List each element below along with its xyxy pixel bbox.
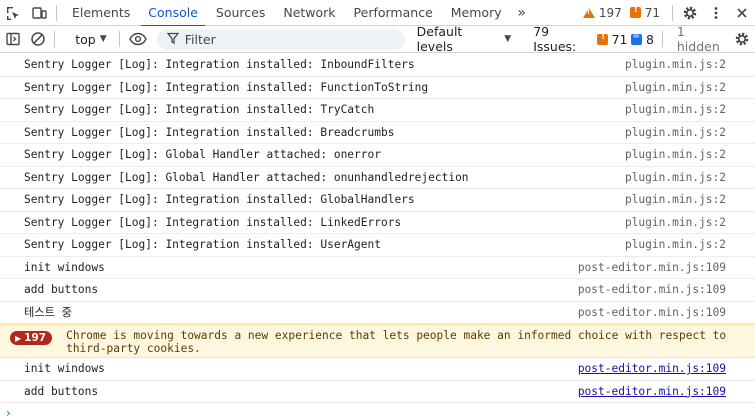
warnings-count: 197 [598, 5, 622, 20]
context-selector[interactable]: top ▼ [61, 32, 114, 47]
message-source-link[interactable]: plugin.min.js:2 [625, 171, 726, 184]
issue-icon [597, 32, 608, 45]
device-toolbar-icon[interactable] [26, 0, 52, 26]
sidebar-toggle-icon[interactable] [0, 26, 25, 52]
hidden-messages-count: 1 hidden [676, 24, 720, 54]
console-message: Sentry Logger [Log]: Global Handler atta… [0, 144, 755, 167]
caret-down-icon: ▼ [99, 34, 107, 44]
filter-box[interactable] [156, 28, 405, 50]
console-message: Sentry Logger [Log]: Integration install… [0, 99, 755, 122]
clear-console-icon[interactable] [25, 26, 50, 52]
console-message: init windows post-editor.min.js:109 [0, 257, 755, 279]
issues-info-count: 8 [645, 31, 654, 47]
console-settings-gear-icon[interactable] [730, 26, 755, 52]
console-message: Sentry Logger [Log]: Integration install… [0, 234, 755, 257]
message-source-link[interactable]: post-editor.min.js:109 [578, 306, 726, 319]
devtools-tabbar: Elements Console Sources Network Perform… [0, 0, 755, 27]
tab-console[interactable]: Console [139, 0, 207, 27]
info-icon [631, 31, 642, 45]
repeat-count: 197 [24, 332, 47, 344]
divider [54, 31, 56, 47]
message-text: Sentry Logger [Log]: Global Handler atta… [24, 148, 381, 162]
console-toolbar: top ▼ Default levels ▼ 79 Issues: 71 8 1… [0, 24, 755, 54]
warning-message[interactable]: ▶ 197 Chrome is moving towards a new expe… [0, 324, 755, 358]
message-text: init windows [24, 362, 105, 376]
message-source-link[interactable]: post-editor.min.js:109 [578, 385, 726, 398]
divider [118, 31, 120, 47]
message-text: add buttons [24, 283, 99, 297]
message-source-link[interactable]: post-editor.min.js:109 [578, 362, 726, 375]
issues-button[interactable]: 79 Issues: 71 8 [533, 24, 654, 54]
kebab-menu-icon[interactable] [703, 0, 729, 26]
issues-label: 79 Issues: [533, 24, 577, 54]
settings-gear-icon[interactable] [677, 0, 703, 26]
issues-count: 71 [644, 5, 660, 20]
warning-icon [582, 7, 595, 18]
console-message: Sentry Logger [Log]: Integration install… [0, 54, 755, 77]
console-message: 테스트 중 post-editor.min.js:109 [0, 302, 755, 324]
message-text: Sentry Logger [Log]: Integration install… [24, 58, 415, 72]
issues-warn-count: 71 [611, 31, 628, 47]
console-message: Sentry Logger [Log]: Global Handler atta… [0, 167, 755, 189]
message-text: add buttons [24, 384, 99, 398]
more-tabs-icon[interactable]: » [511, 0, 533, 26]
message-text: Sentry Logger [Log]: Global Handler atta… [24, 170, 469, 184]
issue-icon [629, 5, 641, 18]
tab-memory[interactable]: Memory [442, 0, 511, 26]
message-source-link[interactable]: plugin.min.js:2 [625, 103, 726, 116]
live-expression-eye-icon[interactable] [126, 26, 151, 52]
message-text: init windows [24, 260, 105, 274]
console-message: Sentry Logger [Log]: Integration install… [0, 189, 755, 212]
message-text: Sentry Logger [Log]: Integration install… [24, 125, 395, 139]
filter-input[interactable] [184, 31, 385, 47]
message-text: Sentry Logger [Log]: Integration install… [24, 80, 429, 94]
message-source-link[interactable]: plugin.min.js:2 [625, 238, 726, 251]
message-source-link[interactable]: plugin.min.js:2 [625, 58, 726, 71]
console-message: add buttons post-editor.min.js:109 [0, 279, 755, 302]
divider [672, 4, 673, 21]
tab-elements[interactable]: Elements [63, 0, 139, 26]
message-text: 테스트 중 [24, 306, 72, 320]
caret-down-icon: ▼ [504, 34, 512, 44]
message-source-link[interactable]: plugin.min.js:2 [625, 126, 726, 139]
console-message: init windows post-editor.min.js:109 [0, 358, 755, 381]
console-message: add buttons post-editor.min.js:109 [0, 381, 755, 403]
message-source-link[interactable]: post-editor.min.js:109 [578, 283, 726, 296]
console-message: Sentry Logger [Log]: Integration install… [0, 122, 755, 144]
message-source-link[interactable]: plugin.min.js:2 [625, 148, 726, 161]
tab-performance[interactable]: Performance [345, 0, 442, 26]
message-text: Sentry Logger [Log]: Integration install… [24, 103, 375, 117]
filter-funnel-icon [166, 32, 180, 47]
expand-triangle-icon: ▶ [15, 333, 22, 343]
message-text: Sentry Logger [Log]: Integration install… [24, 193, 415, 207]
console-prompt-chevron-icon[interactable]: › [6, 406, 11, 419]
inspect-element-icon[interactable] [0, 0, 26, 26]
divider [661, 31, 663, 47]
warnings-counter[interactable]: 197 [582, 5, 622, 20]
console-messages: Sentry Logger [Log]: Integration install… [0, 54, 755, 403]
message-source-link[interactable]: post-editor.min.js:109 [578, 261, 726, 274]
message-source-link[interactable]: plugin.min.js:2 [625, 216, 726, 229]
message-text: Sentry Logger [Log]: Integration install… [24, 215, 402, 229]
close-icon[interactable] [729, 0, 755, 26]
divider [56, 4, 57, 21]
log-levels-dropdown[interactable]: Default levels ▼ [417, 24, 512, 54]
console-message: Sentry Logger [Log]: Integration install… [0, 77, 755, 99]
context-label: top [75, 31, 96, 47]
message-source-link[interactable]: plugin.min.js:2 [625, 193, 726, 206]
message-source-link[interactable]: plugin.min.js:2 [625, 81, 726, 94]
warning-text: Chrome is moving towards a new experienc… [66, 329, 727, 355]
message-text: Sentry Logger [Log]: Integration install… [24, 238, 381, 252]
issues-counter[interactable]: 71 [629, 5, 660, 20]
log-levels-label: Default levels [416, 24, 463, 54]
tab-sources[interactable]: Sources [207, 0, 274, 26]
repeat-count-badge[interactable]: ▶ 197 [10, 331, 53, 345]
console-message: Sentry Logger [Log]: Integration install… [0, 212, 755, 234]
tab-network[interactable]: Network [274, 0, 344, 26]
